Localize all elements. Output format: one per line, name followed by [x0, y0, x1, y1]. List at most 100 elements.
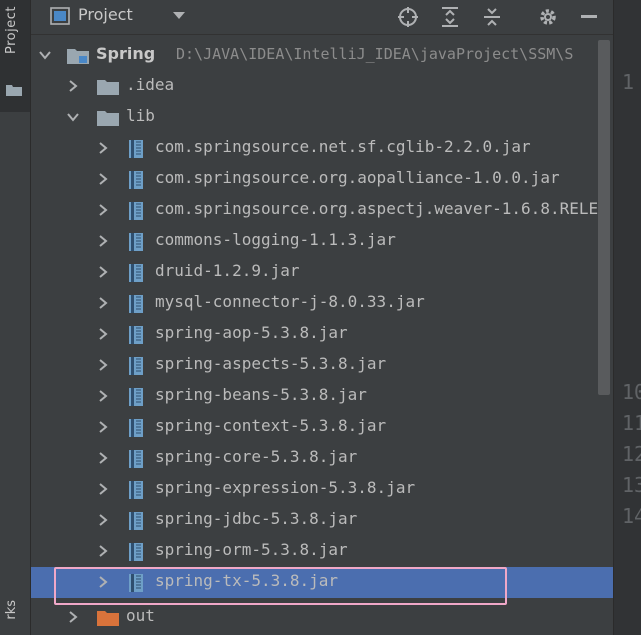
- module-folder-icon: [67, 49, 89, 64]
- tree-node-jar[interactable]: spring-expression-5.3.8.jar: [31, 474, 613, 505]
- bookmarks-tool-window-label[interactable]: rks: [4, 600, 19, 620]
- tree-node-jar[interactable]: spring-core-5.3.8.jar: [31, 443, 613, 474]
- excluded-folder-icon: [97, 611, 119, 626]
- jar-library-icon: [129, 264, 143, 282]
- jar-library-icon: [129, 233, 143, 251]
- chevron-right-icon[interactable]: [97, 452, 109, 464]
- jar-name: spring-context-5.3.8.jar: [155, 416, 387, 435]
- tree-node-jar[interactable]: spring-jdbc-5.3.8.jar: [31, 505, 613, 536]
- project-tool-window-button[interactable]: Project: [0, 0, 30, 112]
- line-number: 12: [622, 442, 641, 466]
- line-number: 13: [622, 473, 641, 497]
- jar-name: spring-expression-5.3.8.jar: [155, 478, 416, 497]
- folder-name: .idea: [126, 75, 175, 94]
- locate-icon[interactable]: [397, 6, 419, 28]
- chevron-right-icon[interactable]: [97, 173, 109, 185]
- jar-name: com.springsource.org.aopalliance-1.0.0.j…: [155, 168, 560, 187]
- jar-library-icon: [129, 419, 143, 437]
- gear-icon[interactable]: [537, 6, 559, 28]
- jar-name: spring-aspects-5.3.8.jar: [155, 354, 387, 373]
- root-module-name: Spring: [96, 44, 156, 63]
- tree-node-jar[interactable]: spring-context-5.3.8.jar: [31, 412, 613, 443]
- chevron-right-icon[interactable]: [97, 204, 109, 216]
- jar-name: commons-logging-1.1.3.jar: [155, 230, 396, 249]
- line-number: 10: [622, 380, 641, 404]
- jar-library-icon: [129, 202, 143, 220]
- vertical-scrollbar[interactable]: [598, 40, 610, 395]
- chevron-right-icon[interactable]: [97, 514, 109, 526]
- chevron-down-icon[interactable]: [172, 11, 186, 21]
- tree-node-jar[interactable]: spring-aspects-5.3.8.jar: [31, 350, 613, 381]
- folder-icon: [97, 111, 119, 126]
- jar-name: spring-jdbc-5.3.8.jar: [155, 509, 358, 528]
- tree-node-out[interactable]: out: [31, 602, 613, 633]
- tree-node-jar[interactable]: com.springsource.net.sf.cglib-2.2.0.jar: [31, 133, 613, 164]
- tree-node-jar[interactable]: mysql-connector-j-8.0.33.jar: [31, 288, 613, 319]
- tree-node-jar[interactable]: com.springsource.org.aopalliance-1.0.0.j…: [31, 164, 613, 195]
- jar-library-icon: [129, 450, 143, 468]
- chevron-right-icon[interactable]: [97, 328, 109, 340]
- folder-icon: [97, 80, 119, 95]
- jar-library-icon: [129, 543, 143, 561]
- tree-node-lib[interactable]: lib: [31, 102, 613, 133]
- jar-library-icon: [129, 357, 143, 375]
- project-view-icon: [50, 7, 70, 25]
- chevron-right-icon[interactable]: [67, 611, 79, 623]
- jar-name: druid-1.2.9.jar: [155, 261, 300, 280]
- jar-library-icon: [129, 326, 143, 344]
- chevron-right-icon[interactable]: [97, 545, 109, 557]
- jar-library-icon: [129, 171, 143, 189]
- jar-name: spring-orm-5.3.8.jar: [155, 540, 348, 559]
- folder-icon: [6, 85, 22, 96]
- root-module-path: D:\JAVA\IDEA\IntelliJ_IDEA\javaProject\S…: [176, 45, 574, 63]
- folder-name: out: [126, 606, 155, 625]
- chevron-down-icon[interactable]: [67, 111, 79, 123]
- jar-library-icon: [129, 481, 143, 499]
- chevron-right-icon[interactable]: [97, 359, 109, 371]
- tree-node-jar[interactable]: com.springsource.org.aspectj.weaver-1.6.…: [31, 195, 613, 226]
- chevron-right-icon[interactable]: [97, 576, 109, 588]
- chevron-right-icon[interactable]: [97, 390, 109, 402]
- chevron-right-icon[interactable]: [97, 483, 109, 495]
- jar-name: com.springsource.org.aspectj.weaver-1.6.…: [155, 199, 599, 218]
- jar-name: spring-core-5.3.8.jar: [155, 447, 358, 466]
- expand-all-icon[interactable]: [440, 6, 460, 28]
- line-number: 14: [622, 504, 641, 528]
- chevron-right-icon[interactable]: [97, 235, 109, 247]
- jar-library-icon: [129, 512, 143, 530]
- jar-library-icon: [129, 574, 143, 592]
- chevron-right-icon[interactable]: [67, 80, 79, 92]
- chevron-right-icon[interactable]: [97, 266, 109, 278]
- tree-node-jar[interactable]: commons-logging-1.1.3.jar: [31, 226, 613, 257]
- jar-name: spring-aop-5.3.8.jar: [155, 323, 348, 342]
- collapse-all-icon[interactable]: [482, 6, 502, 28]
- jar-name: spring-tx-5.3.8.jar: [155, 571, 339, 590]
- chevron-right-icon[interactable]: [97, 297, 109, 309]
- tree-node-jar[interactable]: spring-orm-5.3.8.jar: [31, 536, 613, 567]
- chevron-right-icon[interactable]: [97, 421, 109, 433]
- tree-node-idea[interactable]: .idea: [31, 71, 613, 102]
- jar-library-icon: [129, 388, 143, 406]
- project-tree: Spring D:\JAVA\IDEA\IntelliJ_IDEA\javaPr…: [31, 40, 613, 635]
- project-view-header: Project: [31, 0, 613, 35]
- folder-name: lib: [126, 106, 155, 125]
- jar-library-icon: [129, 295, 143, 313]
- hide-icon[interactable]: [581, 15, 597, 19]
- tree-node-jar[interactable]: spring-aop-5.3.8.jar: [31, 319, 613, 350]
- line-number: 1: [622, 70, 635, 94]
- chevron-right-icon[interactable]: [97, 142, 109, 154]
- tool-window-stripe: Project rks: [0, 0, 31, 635]
- line-number: 11: [622, 411, 641, 435]
- tree-node-jar[interactable]: spring-tx-5.3.8.jar: [31, 567, 613, 598]
- project-tool-window-label: Project: [4, 6, 19, 54]
- jar-name: spring-beans-5.3.8.jar: [155, 385, 367, 404]
- jar-name: mysql-connector-j-8.0.33.jar: [155, 292, 425, 311]
- tree-node-jar[interactable]: druid-1.2.9.jar: [31, 257, 613, 288]
- editor-line-gutter: 1 10 11 12 13 14: [613, 0, 641, 635]
- tree-node-root[interactable]: Spring D:\JAVA\IDEA\IntelliJ_IDEA\javaPr…: [31, 40, 613, 71]
- tree-node-jar[interactable]: spring-beans-5.3.8.jar: [31, 381, 613, 412]
- view-title[interactable]: Project: [78, 5, 133, 24]
- jar-name: com.springsource.net.sf.cglib-2.2.0.jar: [155, 137, 531, 156]
- jar-library-icon: [129, 140, 143, 158]
- chevron-down-icon[interactable]: [39, 49, 51, 61]
